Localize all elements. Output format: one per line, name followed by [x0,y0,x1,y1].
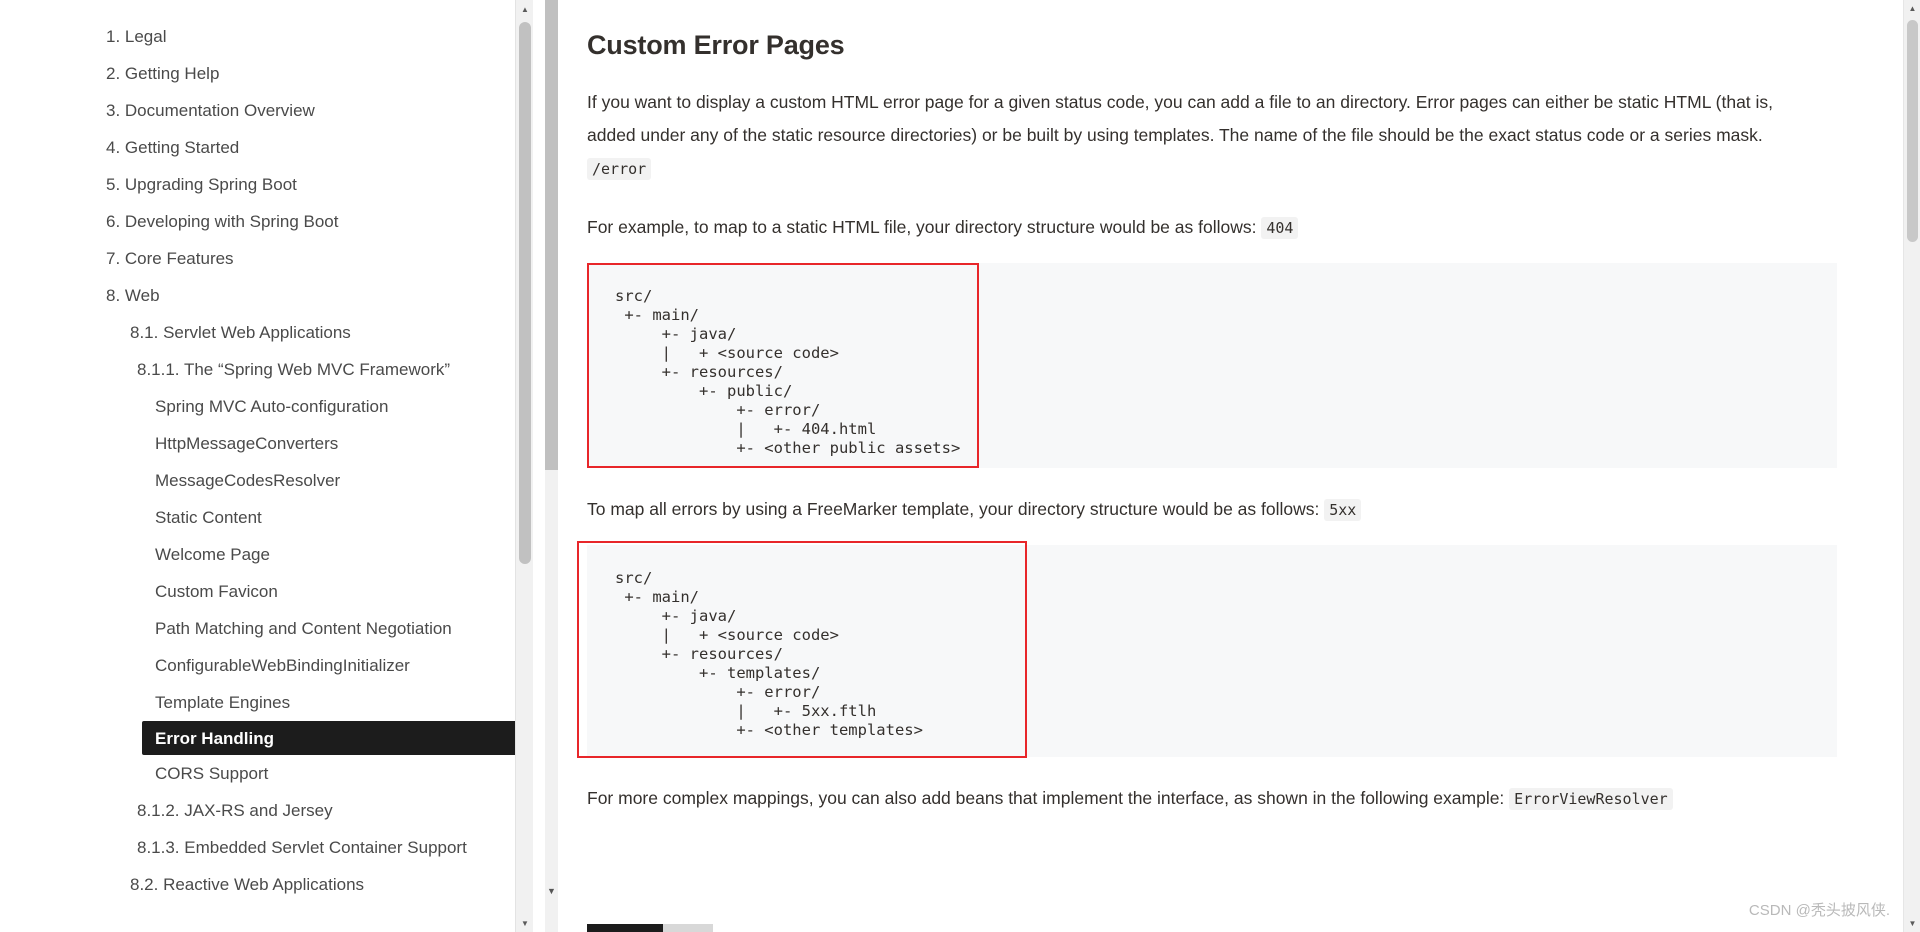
code-listing-static-html-text: src/ +- main/ +- java/ | + <source code>… [615,287,961,457]
sidebar-item-1-legal[interactable]: 1. Legal [0,18,533,55]
sidebar-item-label: 2. Getting Help [106,64,220,83]
paragraph-complex-mappings: For more complex mappings, you can also … [587,782,1777,816]
sidebar-item-label: 1. Legal [106,27,167,46]
sidebar-item-label: ConfigurableWebBindingInitializer [155,656,410,675]
sidebar-item-label: Error Handling [155,728,275,748]
sidebar-item-template-engines[interactable]: Template Engines [0,684,533,721]
sidebar-item-8-1-3-embedded-servlet-container-support[interactable]: 8.1.3. Embedded Servlet Container Suppor… [0,829,533,866]
paragraph-static-example-text: For example, to map to a static HTML fil… [587,217,1262,237]
sidebar-item-7-core-features[interactable]: 7. Core Features [0,240,533,277]
paragraph-freemarker-example-text: To map all errors by using a FreeMarker … [587,499,1325,519]
article: Custom Error Pages If you want to displa… [533,0,1920,816]
triangle-down-icon[interactable]: ▼ [516,914,533,932]
sidebar-scrollbar-thumb[interactable] [519,22,531,564]
sidebar-item-8-2-reactive-web-applications[interactable]: 8.2. Reactive Web Applications [0,866,533,903]
sidebar-item-label: 4. Getting Started [106,138,240,157]
sidebar-item-3-documentation-overview[interactable]: 3. Documentation Overview [0,92,533,129]
main-content-area: ▼ Custom Error Pages If you want to disp… [533,0,1920,932]
sidebar-item-label: Path Matching and Content Negotiation [155,619,452,638]
paragraph-complex-mappings-text: For more complex mappings, you can also … [587,788,1510,808]
triangle-down-icon[interactable]: ▼ [1904,915,1920,932]
inline-code-404: 404 [1261,217,1299,239]
sidebar-item-label: Template Engines [155,693,291,712]
sidebar-item-2-getting-help[interactable]: 2. Getting Help [0,55,533,92]
code-listing-freemarker-text: src/ +- main/ +- java/ | + <source code>… [615,569,923,739]
sidebar-item-welcome-page[interactable]: Welcome Page [0,536,533,573]
page-title: Custom Error Pages [587,30,845,60]
sidebar-item-label: 8.1.3. Embedded Servlet Container Suppor… [137,838,467,857]
sidebar-item-label: 5. Upgrading Spring Boot [106,175,297,194]
sidebar-item-cors-support[interactable]: CORS Support [0,755,533,792]
triangle-down-icon[interactable]: ▼ [545,886,558,896]
sidebar-item-label: Welcome Page [155,545,270,564]
sidebar-item-label: 6. Developing with Spring Boot [106,212,339,231]
paragraph-static-example: For example, to map to a static HTML fil… [587,211,1777,245]
triangle-up-icon[interactable]: ▲ [516,0,533,18]
sidebar-item-label: 8.2. Reactive Web Applications [130,875,365,894]
code-listing-static-html: src/ +- main/ +- java/ | + <source code>… [587,263,1837,468]
watermark: CSDN @秃头披风侠. [1748,902,1890,919]
sidebar-item-label: Custom Favicon [155,582,278,601]
code-listing-freemarker: src/ +- main/ +- java/ | + <source code>… [577,541,1837,758]
sidebar-item-label: 8. Web [106,286,160,305]
sidebar-item-label: Spring MVC Auto-configuration [155,397,389,416]
toc-list: 1. Legal 2. Getting Help 3. Documentation … [0,18,533,903]
toc-sidebar: 1. Legal 2. Getting Help 3. Documentation … [0,0,533,932]
sidebar-item-messagecodesresolver[interactable]: MessageCodesResolver [0,462,533,499]
sidebar-item-4-getting-started[interactable]: 4. Getting Started [0,129,533,166]
triangle-up-icon[interactable]: ▲ [1904,0,1920,17]
sidebar-item-spring-mvc-auto-configuration[interactable]: Spring MVC Auto-configuration [0,388,533,425]
sidebar-item-6-developing-with-spring-boot[interactable]: 6. Developing with Spring Boot [0,203,533,240]
sidebar-item-8-web[interactable]: 8. Web [0,277,533,314]
sidebar-item-label: 7. Core Features [106,249,234,268]
sidebar-item-label: 3. Documentation Overview [106,101,315,120]
inline-code-errorviewresolver: ErrorViewResolver [1509,788,1673,810]
sidebar-item-5-upgrading-spring-boot[interactable]: 5. Upgrading Spring Boot [0,166,533,203]
sidebar-item-label: 8.1. Servlet Web Applications [130,323,351,342]
sidebar-item-label: 8.1.1. The “Spring Web MVC Framework” [137,360,451,379]
sidebar-item-httpmessageconverters[interactable]: HttpMessageConverters [0,425,533,462]
inline-code-5xx: 5xx [1324,499,1362,521]
sidebar-item-label: Static Content [155,508,262,527]
page-scrollbar[interactable]: ▲ ▼ [1903,0,1920,932]
sidebar-item-label: 8.1.2. JAX-RS and Jersey [137,801,333,820]
sidebar-item-custom-favicon[interactable]: Custom Favicon [0,573,533,610]
sidebar-item-static-content[interactable]: Static Content [0,499,533,536]
page-scrollbar-thumb[interactable] [1907,20,1918,242]
sidebar-item-8-1-servlet-web-applications[interactable]: 8.1. Servlet Web Applications [0,314,533,351]
sidebar-item-label: CORS Support [155,764,269,783]
paragraph-freemarker-example: To map all errors by using a FreeMarker … [587,493,1777,527]
sidebar-item-label: HttpMessageConverters [155,434,339,453]
paragraph-intro-text: If you want to display a custom HTML err… [587,92,1774,145]
sidebar-item-path-matching-and-content-negotiation[interactable]: Path Matching and Content Negotiation [0,610,533,647]
sidebar-item-configurablewebbindinginitializer[interactable]: ConfigurableWebBindingInitializer [0,647,533,684]
paragraph-intro: If you want to display a custom HTML err… [587,86,1777,186]
documentation-page: 1. Legal 2. Getting Help 3. Documentation … [0,0,1920,932]
code-tab-inactive[interactable] [663,924,713,932]
inline-code-error-path: /error [587,158,652,180]
sidebar-item-label: MessageCodesResolver [155,471,341,490]
sidebar-item-8-1-1-the-spring-web-mvc-framework[interactable]: 8.1.1. The “Spring Web MVC Framework” [0,351,533,388]
sidebar-item-error-handling[interactable]: Error Handling [142,721,530,755]
sidebar-item-8-1-2-jax-rs-and-jersey[interactable]: 8.1.2. JAX-RS and Jersey [0,792,533,829]
sidebar-scrollbar[interactable]: ▲ ▼ [515,0,533,932]
